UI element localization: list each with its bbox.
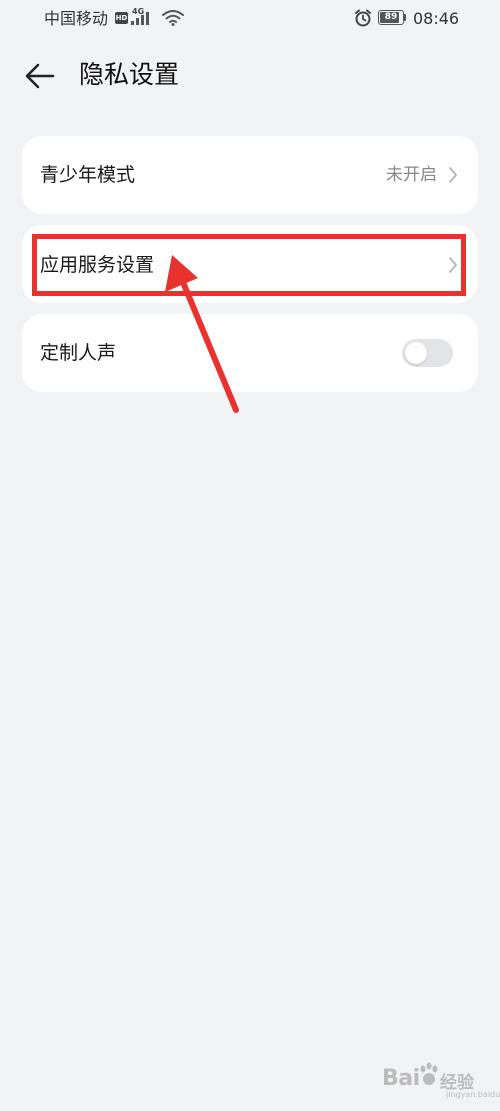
chevron-right-icon: [449, 167, 457, 183]
youth-mode-item[interactable]: 青少年模式 未开启: [22, 136, 478, 214]
custom-voice-label: 定制人声: [40, 342, 117, 364]
watermark-brand: Bai: [382, 1066, 420, 1091]
signal-icon: [131, 12, 149, 25]
carrier-name: 中国移动: [44, 9, 109, 28]
watermark-url: jingyan.baidu.com: [446, 1090, 500, 1099]
battery-icon: 89: [378, 10, 404, 25]
status-bar: 中国移动 HD 4G 89 08:46: [0, 0, 500, 38]
battery-level: 89: [384, 12, 398, 22]
chevron-right-icon: [449, 257, 457, 273]
paw-icon: [420, 1062, 438, 1085]
alarm-icon: [355, 9, 371, 27]
page-title: 隐私设置: [79, 60, 180, 89]
youth-mode-status: 未开启: [386, 165, 437, 185]
battery-tip: [404, 14, 406, 21]
clock: 08:46: [413, 9, 460, 28]
youth-mode-label: 青少年模式: [40, 164, 136, 186]
toggle-knob: [405, 342, 427, 364]
custom-voice-item: 定制人声: [22, 314, 478, 392]
app-service-settings-item[interactable]: 应用服务设置: [22, 225, 478, 303]
app-service-settings-label: 应用服务设置: [40, 254, 155, 276]
wifi-icon: [162, 10, 184, 26]
watermark-suffix: 经验: [440, 1073, 474, 1093]
custom-voice-toggle[interactable]: [402, 339, 453, 367]
back-arrow-icon: [25, 63, 55, 89]
baidu-jingyan-watermark: Bai 经验 jingyan.baidu.com: [380, 1058, 500, 1104]
hd-icon: HD: [115, 12, 128, 24]
back-button[interactable]: [20, 56, 60, 96]
